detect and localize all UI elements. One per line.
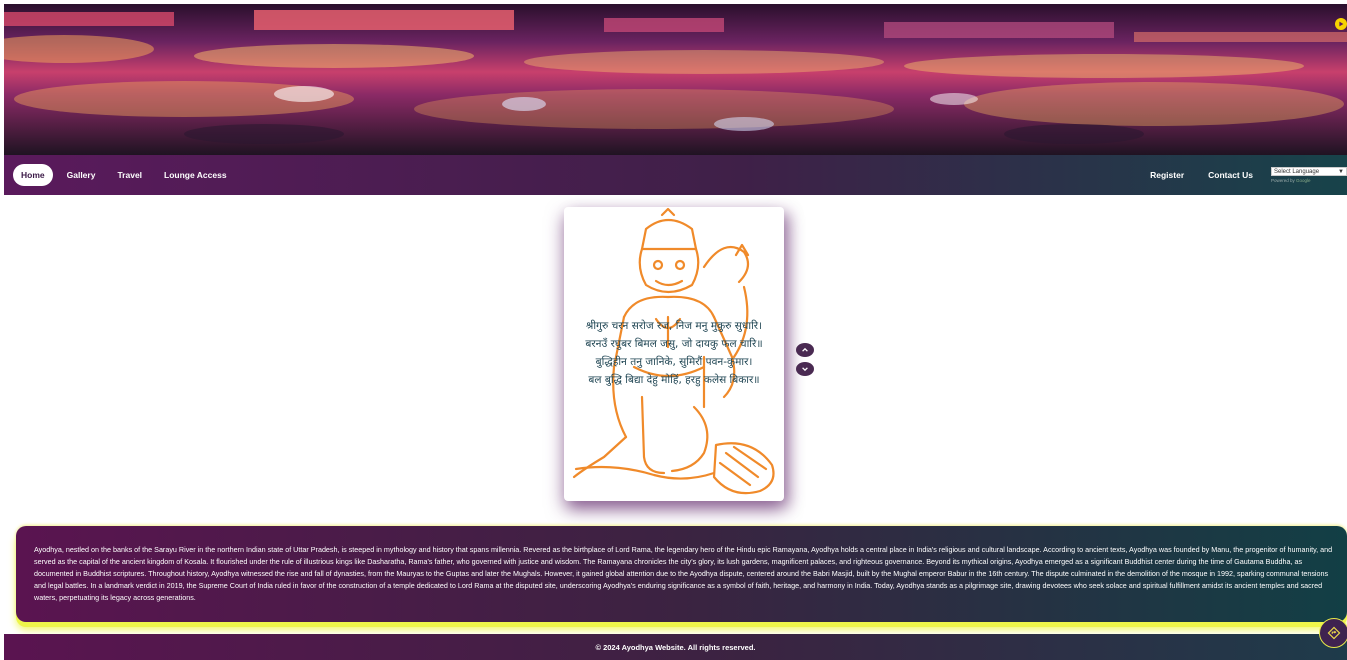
powered-by-brand: Google (1296, 178, 1311, 183)
carousel-next-button[interactable] (796, 362, 814, 376)
language-select[interactable]: Select Language ▼ (1271, 167, 1347, 176)
footer-copyright: © 2024 Ayodhya Website. All rights reser… (595, 642, 756, 652)
nav-home[interactable]: Home (13, 164, 53, 186)
about-ayodhya-panel: Ayodhya, nestled on the banks of the Sar… (16, 526, 1347, 622)
powered-by-label: Powered by (1271, 178, 1295, 183)
carousel-prev-button[interactable] (796, 343, 814, 357)
footer: © 2024 Ayodhya Website. All rights reser… (4, 634, 1347, 660)
chevron-down-icon: ▼ (1338, 168, 1344, 175)
chevron-up-icon (802, 347, 808, 352)
play-icon[interactable] (1335, 18, 1347, 30)
about-ayodhya-text: Ayodhya, nestled on the banks of the Sar… (34, 545, 1333, 602)
verse-line: बरनउँ रघुबर बिमल जसु, जो दायकु फल चारि॥ (585, 338, 763, 350)
verse-line: बल बुद्धि बिद्या देहु मोहिं, हरहु कलेस ब… (588, 374, 760, 386)
banner-image (4, 4, 1347, 155)
verse-card: श्रीगुरु चरन सरोज रज, निज मनु मुकुरु सुध… (564, 207, 784, 501)
powered-by-google: Powered by Google (1271, 178, 1347, 183)
nav-lounge-access[interactable]: Lounge Access (156, 164, 235, 186)
play-icon-glyph (1339, 21, 1344, 27)
nav-register[interactable]: Register (1142, 164, 1192, 186)
nav-contact-us[interactable]: Contact Us (1200, 164, 1261, 186)
nav-travel[interactable]: Travel (109, 164, 150, 186)
chevron-down-icon (802, 367, 808, 372)
page: Home Gallery Travel Lounge Access Regist… (4, 4, 1347, 660)
verse-line: बुद्धिहीन तनु जानिके, सुमिरौं पवन-कुमार। (595, 356, 753, 368)
navigation-icon (1327, 626, 1341, 640)
main-navbar: Home Gallery Travel Lounge Access Regist… (4, 155, 1347, 195)
language-select-value: Select Language (1274, 168, 1320, 175)
nav-gallery[interactable]: Gallery (59, 164, 104, 186)
hero-banner (4, 4, 1347, 155)
language-selector: Select Language ▼ Powered by Google (1271, 167, 1347, 183)
verse-line: श्रीगुरु चरन सरोज रज, निज मनु मुकुरु सुध… (585, 320, 763, 332)
nav-right-group: Register Contact Us Select Language ▼ Po… (1142, 155, 1347, 195)
verse-text: श्रीगुरु चरन सरोज रज, निज मनु मुकुरु सुध… (564, 317, 784, 389)
floating-action-button[interactable] (1319, 618, 1347, 648)
